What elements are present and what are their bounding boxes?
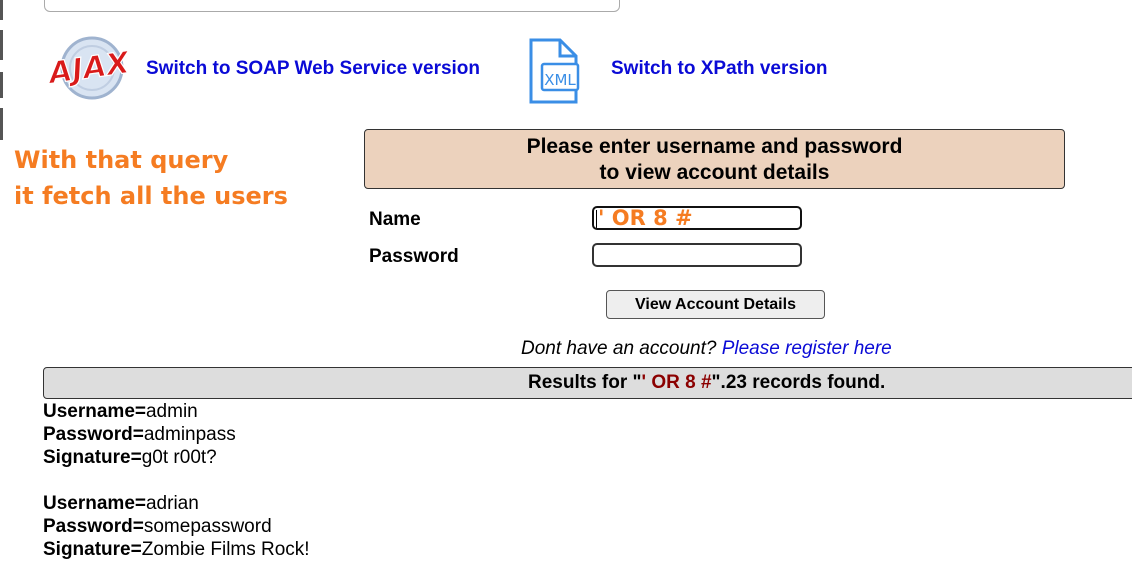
register-prompt: Dont have an account? [521,338,717,359]
results-suffix: ".23 records found. [711,372,886,393]
login-header-line-2: to view account details [599,161,830,184]
username-key: Username= [43,401,146,422]
record-username-row: Username=admin [43,400,310,423]
window-edge [0,0,3,140]
top-search-input[interactable] [44,0,620,12]
password-field[interactable] [592,243,802,267]
login-header-line-1: Please enter username and password [526,135,903,158]
register-link[interactable]: Please register here [722,338,892,359]
record-item: Username=admin Password=adminpass Signat… [43,400,310,469]
results-query: ' OR 8 # [641,372,712,393]
record-item: Username=adrian Password=somepassword Si… [43,492,310,561]
username-key: Username= [43,493,146,514]
annotation-line-1: With that query [14,146,229,174]
name-field-value: ' OR 8 # [598,206,693,230]
xml-file-icon[interactable]: XML [528,36,580,106]
signature-value: Zombie Films Rock! [141,539,310,560]
ajax-logo-icon[interactable]: AJAX [46,34,132,102]
results-records: Username=admin Password=adminpass Signat… [43,400,310,584]
name-label: Name [369,209,421,230]
xml-icon-text: XML [544,71,576,89]
results-prefix: Results for " [528,372,642,393]
username-value: admin [145,401,198,422]
password-value: adminpass [143,424,236,445]
results-summary: Results for "' OR 8 #".23 records found. [528,368,885,398]
register-row: Dont have an account? Please register he… [521,338,892,360]
record-password-row: Password=somepassword [43,515,310,538]
text-caret [596,210,597,228]
signature-key: Signature= [43,447,142,468]
username-value: adrian [145,493,199,514]
login-form-header: Please enter username and password to vi… [364,129,1065,189]
password-label: Password [369,246,459,267]
ajax-logo-text: AJAX [46,45,132,91]
password-key: Password= [43,424,144,445]
overlay-annotation: With that query it fetch all the users [14,142,288,214]
record-password-row: Password=adminpass [43,423,310,446]
record-username-row: Username=adrian [43,492,310,515]
results-summary-bar: Results for "' OR 8 #".23 records found. [43,367,1132,399]
password-key: Password= [43,516,144,537]
name-field[interactable]: ' OR 8 # [592,206,802,230]
signature-key: Signature= [43,539,142,560]
xpath-version-link[interactable]: Switch to XPath version [611,58,827,80]
record-signature-row: Signature=Zombie Films Rock! [43,538,310,561]
view-account-details-button[interactable]: View Account Details [606,290,825,319]
record-signature-row: Signature=g0t r00t? [43,446,310,469]
signature-value: g0t r00t? [141,447,217,468]
soap-version-link[interactable]: Switch to SOAP Web Service version [146,58,480,80]
password-value: somepassword [143,516,272,537]
annotation-line-2: it fetch all the users [14,182,288,210]
